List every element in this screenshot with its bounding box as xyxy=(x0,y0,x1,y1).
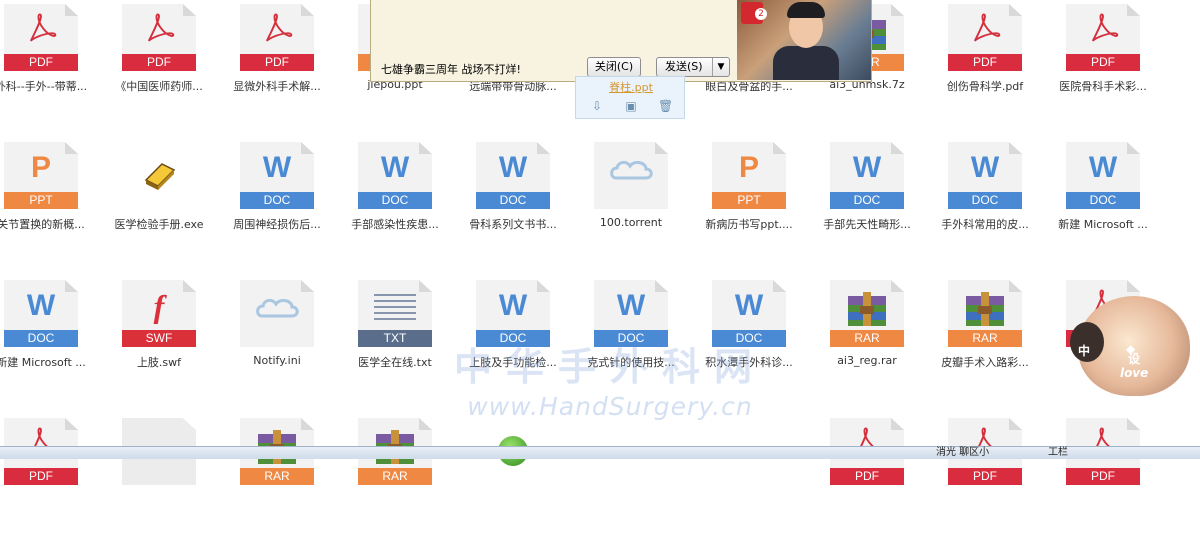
file-name: 外科--手外--带蒂... xyxy=(0,80,88,93)
file-item[interactable]: W DOC 骨科系列文书书... xyxy=(454,140,572,260)
file-name: 手部感染性疾患... xyxy=(351,218,439,231)
file-name: 显微外科手术解... xyxy=(233,80,321,93)
file-name: 关节置换的新概... xyxy=(0,218,85,231)
popup-message: 七雄争霸三周年 战场不打烊! xyxy=(381,63,521,76)
ime-love-text: love xyxy=(1120,366,1149,380)
file-name: 创伤骨科学.pdf xyxy=(946,80,1024,93)
file-item[interactable] xyxy=(100,416,218,536)
watermark-title: 中华手外科网 xyxy=(453,345,766,389)
file-item[interactable]: PDF xyxy=(0,416,100,536)
file-item[interactable]: PDF xyxy=(1044,416,1162,536)
file-item[interactable]: W DOC 周围神经损伤后... xyxy=(218,140,336,260)
file-item[interactable]: RAR xyxy=(218,416,336,536)
file-item[interactable]: P PPT 关节置换的新概... xyxy=(0,140,100,260)
file-item[interactable]: PDF 医院骨科手术彩... xyxy=(1044,2,1162,122)
file-item[interactable]: PDF 显微外科手术解... xyxy=(218,2,336,122)
file-name: 周围神经损伤后... xyxy=(233,218,321,231)
avatar[interactable]: 2 xyxy=(737,0,871,80)
file-item[interactable]: 100.torrent xyxy=(572,140,690,260)
watermark-url: www.HandSurgery.cn xyxy=(467,392,753,421)
file-item[interactable]: W DOC 手部感染性疾患... xyxy=(336,140,454,260)
file-item[interactable]: W DOC 手外科常用的皮... xyxy=(926,140,1044,260)
file-item[interactable]: 医学检验手册.exe xyxy=(100,140,218,260)
qq-notification-popup: 七雄争霸三周年 战场不打烊! 关闭(C) 发送(S) ▼ 2 xyxy=(370,0,872,82)
ime-settings[interactable]: 设 xyxy=(1128,350,1140,367)
file-item[interactable]: PDF 《中国医师药师... xyxy=(100,2,218,122)
file-name: Notify.ini xyxy=(253,354,301,367)
gift-count-badge: 2 xyxy=(755,8,767,20)
file-name: 新建 Microsoft ... xyxy=(0,356,86,369)
file-item[interactable]: RAR xyxy=(336,416,454,536)
file-name: 手外科常用的皮... xyxy=(941,218,1029,231)
file-item[interactable]: PDF 创伤骨科学.pdf xyxy=(926,2,1044,122)
file-item[interactable]: PDF xyxy=(808,416,926,536)
file-item[interactable]: P PPT 新病历书写ppt.... xyxy=(690,140,808,260)
file-name: 100.torrent xyxy=(599,216,663,229)
file-name: 医院骨科手术彩... xyxy=(1059,80,1147,93)
file-item[interactable]: Notify.ini xyxy=(218,278,336,398)
file-item[interactable]: W DOC 新建 Microsoft ... xyxy=(0,278,100,398)
avatar-hair xyxy=(787,2,825,18)
file-name: 医学检验手册.exe xyxy=(114,218,204,231)
taskbar: 消光 聊区小 工栏 xyxy=(0,446,1200,459)
file-item[interactable]: W DOC 新建 Microsoft ... xyxy=(1044,140,1162,260)
file-item[interactable]: PDF 外科--手外--带蒂... xyxy=(0,2,100,122)
chevron-down-icon[interactable]: ▼ xyxy=(712,58,729,76)
ime-toolbar[interactable]: 简 中 ◆ 设 love xyxy=(1060,288,1200,398)
file-name: 新病历书写ppt.... xyxy=(705,218,793,231)
taskbar-item[interactable]: 消光 聊区小 xyxy=(936,447,989,459)
file-name: 手部先天性畸形... xyxy=(823,218,911,231)
ime-chinese-mode[interactable]: 中 xyxy=(1078,342,1090,359)
file-name: ai3_reg.rar xyxy=(837,354,897,367)
file-item[interactable]: W DOC 手部先天性畸形... xyxy=(808,140,926,260)
file-name: 《中国医师药师... xyxy=(115,80,203,93)
send-button-label: 发送(S) xyxy=(665,60,703,73)
save-icon[interactable]: ▣ xyxy=(624,99,638,113)
file-item[interactable]: f SWF 上肢.swf xyxy=(100,278,218,398)
file-item[interactable]: RAR 皮瓣手术入路彩... xyxy=(926,278,1044,398)
file-item[interactable]: PDF xyxy=(926,416,1044,536)
avatar-body xyxy=(773,46,839,80)
download-icon[interactable]: ⇩ xyxy=(590,99,604,113)
delete-icon[interactable]: 🗑 xyxy=(658,99,673,113)
file-name: 上肢.swf xyxy=(136,356,182,369)
file-name: 骨科系列文书书... xyxy=(469,218,557,231)
file-link[interactable]: 脊柱.ppt xyxy=(576,79,686,95)
close-button[interactable]: 关闭(C) xyxy=(587,57,641,77)
file-hover-toolbar: 脊柱.ppt ⇩ ▣ 🗑 xyxy=(575,76,685,119)
file-name: 新建 Microsoft ... xyxy=(1058,218,1148,231)
file-item[interactable]: RAR ai3_reg.rar xyxy=(808,278,926,398)
send-button[interactable]: 发送(S) ▼ xyxy=(656,57,730,77)
file-name: 皮瓣手术入路彩... xyxy=(941,356,1029,369)
taskbar-item[interactable]: 工栏 xyxy=(1048,447,1068,459)
